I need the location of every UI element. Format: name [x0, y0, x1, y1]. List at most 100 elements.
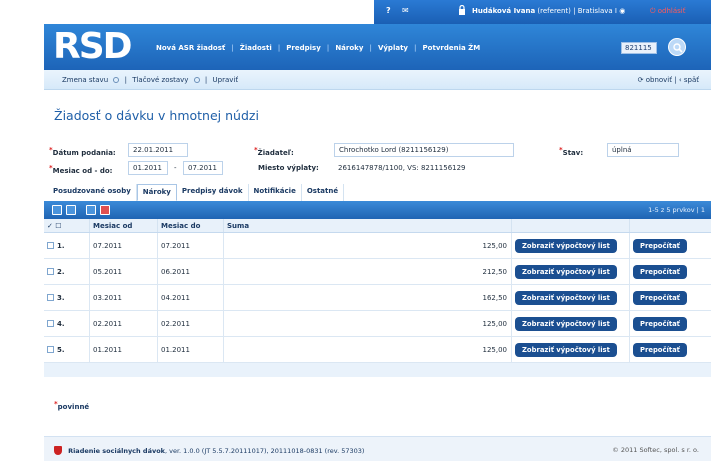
grid-header: ✓ ☐ Mesiac od Mesiac do Suma: [44, 219, 711, 233]
status-field[interactable]: úplná: [607, 143, 679, 157]
user-location[interactable]: Bratislava I: [578, 7, 617, 15]
recalculate-button[interactable]: Prepočítať: [633, 291, 687, 305]
top-bar-spacer: [44, 0, 374, 24]
grid-pager[interactable]: 1-5 z 5 prvkov | 1: [648, 206, 705, 214]
col-month-from[interactable]: Mesiac od: [90, 219, 158, 232]
table-row: 4. 02.2011 02.2011 125,00 Zobraziť výpoč…: [44, 311, 711, 337]
select-all-checkbox[interactable]: ✓ ☐: [44, 219, 90, 232]
page-title: Žiadosť o dávku v hmotnej núdzi: [54, 108, 259, 123]
print-reports-dropdown-icon[interactable]: [193, 77, 200, 83]
col-month-to[interactable]: Mesiac do: [158, 219, 224, 232]
date-field[interactable]: 22.01.2011: [128, 143, 188, 157]
row-number: 2.: [57, 268, 65, 276]
grid-footer: [44, 363, 711, 377]
back-link[interactable]: späť: [684, 76, 699, 84]
change-status-link[interactable]: Zmena stavu: [62, 76, 108, 84]
row-sum: 125,00: [224, 233, 512, 258]
row-number: 3.: [57, 294, 65, 302]
row-number: 5.: [57, 346, 65, 354]
tab-bar: Posudzované osoby Nároky Predpisy dávok …: [48, 184, 345, 201]
col-actions-2: [630, 219, 711, 232]
footer-version: , ver. 1.0.0 (JT 5.5.7.20111017), 201110…: [165, 447, 365, 455]
shield-icon: [54, 446, 62, 455]
show-calculation-button[interactable]: Zobraziť výpočtový list: [515, 265, 617, 279]
applicant-field[interactable]: Chrochotko Lord (8211156129): [334, 143, 514, 157]
row-number: 1.: [57, 242, 65, 250]
user-info: Hudáková Ivana (referent) | Bratislava I…: [472, 7, 626, 15]
grid-refresh-icon[interactable]: [86, 205, 96, 215]
row-sum: 125,00: [224, 311, 512, 336]
logout-label: odhlásiť: [657, 7, 686, 15]
grid-toolbar: 1-5 z 5 prvkov | 1: [44, 201, 711, 219]
row-month-to: 02.2011: [158, 311, 224, 336]
recalculate-button[interactable]: Prepočítať: [633, 239, 687, 253]
nav-payments[interactable]: Výplaty: [372, 44, 414, 52]
required-note: *povinné: [54, 400, 90, 411]
row-sum: 125,00: [224, 337, 512, 362]
refresh-link[interactable]: obnoviť: [646, 76, 672, 84]
row-checkbox[interactable]: [47, 346, 54, 353]
location-dropdown-icon[interactable]: ◉: [619, 7, 625, 15]
row-checkbox[interactable]: [47, 320, 54, 327]
row-month-from: 01.2011: [90, 337, 158, 362]
tab-notifications[interactable]: Notifikácie: [249, 184, 302, 201]
tab-claims[interactable]: Nároky: [136, 184, 177, 201]
change-status-dropdown-icon[interactable]: [113, 77, 120, 83]
grid-delete-icon[interactable]: [100, 205, 110, 215]
user-role: (referent): [537, 7, 571, 15]
row-month-to: 01.2011: [158, 337, 224, 362]
search-icon: [673, 43, 683, 53]
row-sum: 212,50: [224, 259, 512, 284]
recalculate-button[interactable]: Prepočítať: [633, 343, 687, 357]
tab-other[interactable]: Ostatné: [302, 184, 345, 201]
recalculate-button[interactable]: Prepočítať: [633, 317, 687, 331]
search-input[interactable]: 821115: [621, 42, 657, 54]
footer-copyright: © 2011 Softec, spol. s r. o.: [612, 446, 699, 454]
row-checkbox[interactable]: [47, 294, 54, 301]
rsd-logo[interactable]: RSD: [53, 26, 133, 67]
mail-icon[interactable]: ✉: [402, 6, 409, 15]
payment-place-label: Miesto výplaty:: [258, 164, 319, 172]
table-row: 2. 05.2011 06.2011 212,50 Zobraziť výpoč…: [44, 259, 711, 285]
col-actions: [512, 219, 630, 232]
show-calculation-button[interactable]: Zobraziť výpočtový list: [515, 343, 617, 357]
tab-benefit-prescriptions[interactable]: Predpisy dávok: [177, 184, 249, 201]
help-icon[interactable]: ?: [386, 6, 391, 15]
refresh-icon[interactable]: ⟳: [638, 76, 644, 84]
show-calculation-button[interactable]: Zobraziť výpočtový list: [515, 291, 617, 305]
app-header: RSD Nová ASR žiadosť | Žiadosti | Predpi…: [44, 24, 711, 70]
nav-new-request[interactable]: Nová ASR žiadosť: [150, 44, 231, 52]
col-sum[interactable]: Suma: [224, 219, 512, 232]
month-from-field[interactable]: 01.2011: [128, 161, 168, 175]
row-month-from: 05.2011: [90, 259, 158, 284]
table-row: 5. 01.2011 01.2011 125,00 Zobraziť výpoč…: [44, 337, 711, 363]
month-range-label: *Mesiac od - do:: [49, 164, 113, 175]
row-month-to: 07.2011: [158, 233, 224, 258]
recalculate-button[interactable]: Prepočítať: [633, 265, 687, 279]
footer-app-name: Riadenie sociálnych dávok: [68, 447, 165, 455]
footer-app-info: Riadenie sociálnych dávok, ver. 1.0.0 (J…: [54, 446, 364, 455]
action-links: Zmena stavu | Tlačové zostavy | Upraviť: [62, 76, 239, 84]
row-checkbox[interactable]: [47, 242, 54, 249]
nav-prescriptions[interactable]: Predpisy: [280, 44, 326, 52]
user-bar: ? ✉ Hudáková Ivana (referent) | Bratisla…: [374, 0, 711, 24]
nav-confirmations[interactable]: Potvrdenia ŽM: [417, 44, 487, 52]
logout-link[interactable]: ⏻ odhlásiť: [650, 7, 686, 16]
month-to-field[interactable]: 07.2011: [183, 161, 223, 175]
back-icon[interactable]: ‹: [679, 76, 682, 84]
show-calculation-button[interactable]: Zobraziť výpočtový list: [515, 317, 617, 331]
row-number: 4.: [57, 320, 65, 328]
tab-assessed-persons[interactable]: Posudzované osoby: [48, 184, 137, 201]
print-reports-link[interactable]: Tlačové zostavy: [132, 76, 188, 84]
nav-requests[interactable]: Žiadosti: [234, 44, 278, 52]
edit-link[interactable]: Upraviť: [213, 76, 239, 84]
show-calculation-button[interactable]: Zobraziť výpočtový list: [515, 239, 617, 253]
row-checkbox[interactable]: [47, 268, 54, 275]
nav-claims[interactable]: Nároky: [329, 44, 369, 52]
app-footer: Riadenie sociálnych dávok, ver. 1.0.0 (J…: [44, 436, 711, 461]
grid-edit-icon[interactable]: [66, 205, 76, 215]
grid-add-icon[interactable]: [52, 205, 62, 215]
search-button[interactable]: [668, 38, 686, 56]
user-name: Hudáková Ivana: [472, 7, 536, 15]
row-sum: 162,50: [224, 285, 512, 310]
